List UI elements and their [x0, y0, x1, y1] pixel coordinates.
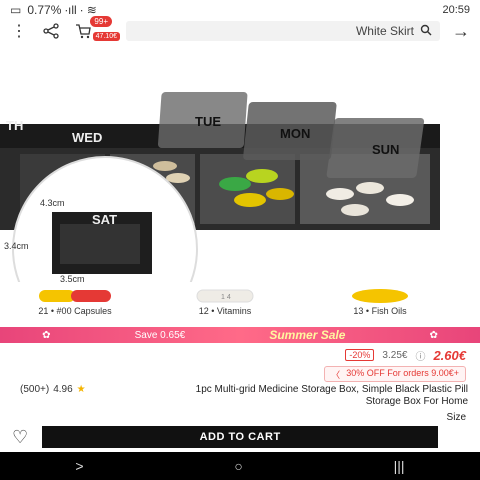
system-nav-bar: > ○ |||	[0, 452, 480, 480]
add-to-cart-button[interactable]: ADD TO CART	[42, 426, 439, 448]
promo-row: 〈 30% OFF For orders 9.00€+	[0, 366, 480, 382]
back-arrow-icon[interactable]: →	[450, 20, 472, 42]
lid-label-sun: SUN	[372, 142, 399, 157]
share-icon[interactable]	[40, 20, 62, 42]
thumbnail-fish-oils[interactable]: 13 • Fish Oils	[350, 288, 410, 316]
size-row: Size	[0, 412, 480, 424]
promo-text: 30% OFF For orders 9.00€+	[346, 368, 459, 378]
status-left: ▭ 0.77% ∙ıll ∙ ≋	[10, 3, 97, 17]
home-nav-icon[interactable]: ○	[234, 458, 242, 474]
search-icon	[420, 24, 432, 39]
recents-nav-icon[interactable]: |||	[394, 458, 405, 474]
inset-label-sat: SAT	[92, 212, 117, 227]
info-icon[interactable]: ⓘ	[415, 348, 425, 363]
title-row: (500+) 4.96 ★ 1pc Multi-grid Medicine St…	[0, 384, 480, 412]
top-bar: ⋮ 99+ 47.10€ White Skirt →	[0, 16, 480, 42]
status-time: 20:59	[442, 4, 470, 16]
search-text: White Skirt	[355, 24, 414, 38]
current-price: 2.60€	[433, 347, 466, 363]
cart-count-badge: 99+	[90, 16, 112, 27]
search-input[interactable]: White Skirt	[126, 21, 440, 41]
discount-tag: -20%	[345, 349, 375, 361]
status-camera-icon: ▭	[10, 3, 22, 17]
dim-width: 4.3cm	[40, 198, 65, 208]
thumbnail-vitamins[interactable]: 1 4 12 • Vitamins	[195, 288, 255, 316]
status-indicators: 0.77% ∙ıll ∙ ≋	[27, 3, 97, 17]
lid-label-mon: MON	[280, 126, 310, 141]
chevron-left-icon: 〈	[331, 370, 341, 380]
back-nav-icon[interactable]: >	[75, 458, 83, 474]
status-bar: ▭ 0.77% ∙ıll ∙ ≋ 20:59	[0, 0, 480, 20]
lid-label-tue: TUE	[195, 114, 221, 129]
size-label: Size	[446, 412, 466, 423]
reviews-count: (500+)	[20, 384, 50, 395]
sparkle-icon: ✿	[429, 329, 438, 341]
heart-icon[interactable]: ♡	[12, 427, 28, 448]
star-icon: ★	[76, 384, 86, 395]
product-title: 1pc Multi-grid Medicine Storage Box, Sim…	[195, 384, 468, 407]
svg-text:1 4: 1 4	[221, 294, 231, 301]
cart-icon[interactable]: 99+ 47.10€	[72, 16, 120, 42]
thumbnail-strip: 13 • Fish Oils 1 4 12 • Vitamins 21 • #0…	[0, 284, 480, 328]
base-label-wed: WED	[72, 130, 102, 145]
flower-icon: ✿	[42, 329, 51, 341]
dim-height: 3.4cm	[4, 241, 29, 251]
banner-save: Save 0.65€	[134, 329, 186, 341]
dim-depth: 3.5cm	[60, 274, 85, 282]
original-price: 3.25€	[382, 349, 408, 361]
promo-coupon[interactable]: 〈 30% OFF For orders 9.00€+	[324, 366, 466, 382]
base-label-th: TH	[6, 118, 23, 133]
bottom-actions: ♡ ADD TO CART	[0, 425, 480, 449]
more-menu-icon[interactable]: ⋮	[8, 20, 30, 42]
price-row: -20% 3.25€ ⓘ 2.60€	[0, 346, 480, 364]
banner-title: Summer Sale	[269, 328, 346, 342]
status-right: 20:59	[442, 4, 470, 16]
summer-sale-banner[interactable]: ✿ Save 0.65€ Summer Sale ✿	[0, 327, 480, 343]
rating[interactable]: (500+) 4.96 ★	[20, 384, 86, 395]
product-image[interactable]: SUN MON TUE WED TH SAT 4.3cm 3.4cm 3.5cm	[0, 44, 480, 282]
rating-value: 4.96	[53, 384, 73, 395]
cart-total-badge: 47.10€	[92, 32, 120, 41]
thumbnail-capsules[interactable]: 21 • #00 Capsules	[35, 288, 115, 316]
